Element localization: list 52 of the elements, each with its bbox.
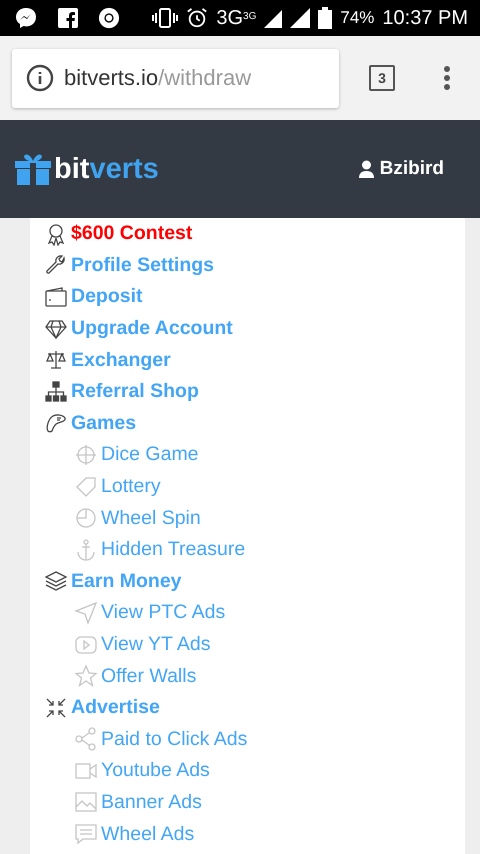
- tab-count-button[interactable]: 3: [369, 65, 395, 91]
- gift-icon[interactable]: [15, 153, 51, 185]
- submenu-link[interactable]: Lottery: [101, 475, 161, 498]
- comment-icon: [74, 822, 98, 846]
- address-bar[interactable]: bitverts.io/withdraw: [12, 48, 339, 108]
- user-icon[interactable]: [358, 160, 374, 178]
- submenu-link[interactable]: Wheel Spin: [101, 506, 201, 530]
- alarm-icon: [186, 7, 208, 29]
- tag-icon: [74, 474, 98, 499]
- more-icon[interactable]: [443, 65, 451, 91]
- menu-link[interactable]: Upgrade Account: [71, 317, 233, 340]
- menu-link[interactable]: Games: [71, 412, 136, 435]
- menu-link[interactable]: Profile Settings: [71, 254, 214, 277]
- submenu-link[interactable]: Hidden Treasure: [101, 538, 246, 562]
- share-icon: [74, 727, 98, 752]
- submenu-link[interactable]: Offer Walls: [101, 664, 196, 688]
- url-text: bitverts.io/withdraw: [64, 65, 252, 91]
- menu-link[interactable]: Advertise: [71, 696, 160, 720]
- battery-percent: 74%: [340, 8, 374, 28]
- submenu-link[interactable]: Dice Game: [101, 443, 199, 466]
- signal-icon: [290, 8, 310, 28]
- signal-icon: [264, 8, 282, 28]
- submenu-link[interactable]: Wheel Ads: [101, 822, 194, 846]
- network-type-small: 3G: [243, 10, 256, 22]
- menu-link[interactable]: Exchanger: [71, 348, 171, 372]
- menu-link[interactable]: Earn Money: [71, 570, 182, 593]
- submenu-link[interactable]: View PTC Ads: [101, 601, 226, 624]
- battery-icon: [318, 7, 332, 29]
- star-icon: [74, 664, 98, 688]
- wallet-icon: [44, 284, 68, 309]
- logo-text[interactable]: bitverts: [54, 152, 159, 186]
- submenu-link[interactable]: Paid to Click Ads: [101, 728, 248, 751]
- username-link[interactable]: Bzibird: [380, 158, 444, 180]
- clock: 10:37 PM: [382, 6, 468, 30]
- crosshair-icon: [74, 442, 98, 467]
- layers-icon: [44, 569, 68, 594]
- vibrate-icon: [152, 7, 178, 29]
- menu-link[interactable]: $600 Contest: [71, 222, 192, 246]
- menu-link[interactable]: Deposit: [71, 285, 143, 308]
- sitemap-icon: [44, 380, 68, 404]
- network-type: 3G: [216, 6, 244, 30]
- submenu-link[interactable]: Youtube Ads: [101, 759, 210, 782]
- compress-icon: [44, 696, 68, 720]
- submenu-link[interactable]: Banner Ads: [101, 790, 202, 814]
- facebook-icon: [58, 8, 78, 28]
- info-icon[interactable]: [26, 64, 54, 92]
- menu-link[interactable]: Referral Shop: [71, 380, 199, 404]
- pie-chart-icon: [74, 506, 98, 530]
- image-icon: [74, 790, 98, 814]
- send-icon: [74, 600, 98, 625]
- submenu-link[interactable]: View YT Ads: [101, 633, 210, 656]
- messenger-icon: [14, 6, 38, 30]
